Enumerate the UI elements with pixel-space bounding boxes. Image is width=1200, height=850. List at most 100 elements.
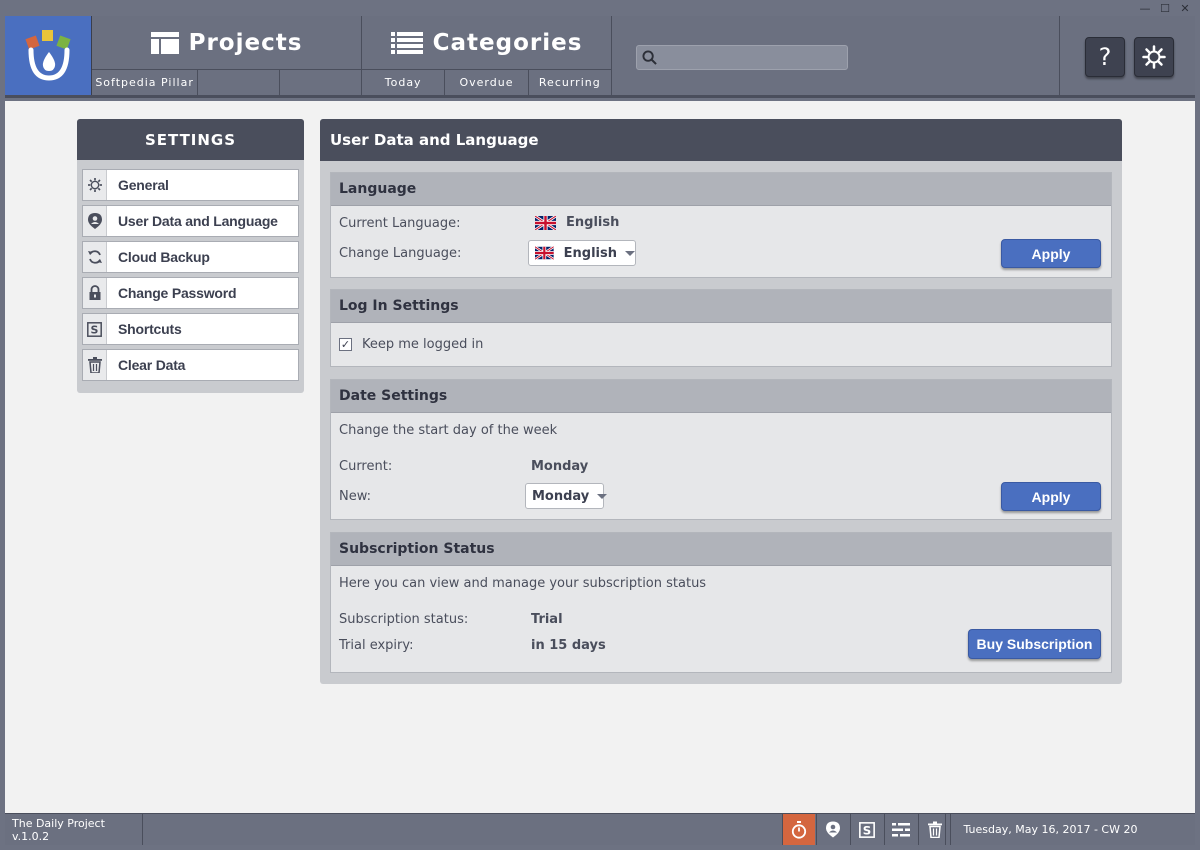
subtab-empty-1[interactable] [198, 70, 281, 95]
categories-nav: Categories Today Overdue Recurring [362, 16, 612, 95]
buy-subscription-button[interactable]: Buy Subscription [968, 629, 1101, 659]
user-pin-icon [826, 821, 840, 838]
gear-icon [83, 170, 107, 200]
search-input[interactable] [636, 45, 848, 70]
sidebar-item-clear-data[interactable]: Clear Data [82, 349, 299, 381]
language-apply-button[interactable]: Apply [1001, 239, 1101, 268]
close-icon[interactable]: ✕ [1178, 2, 1192, 16]
current-date: Tuesday, May 16, 2017 - CW 20 [945, 814, 1195, 845]
subscription-status-value: Trial [531, 612, 563, 627]
shortcuts-button[interactable]: S [850, 814, 883, 845]
gear-icon [1142, 45, 1166, 69]
categories-label: Categories [432, 29, 583, 56]
sidebar-item-label: General [118, 177, 169, 193]
list-settings-button[interactable] [884, 814, 917, 845]
sidebar-item-label: Change Password [118, 285, 237, 301]
chevron-down-icon [597, 493, 608, 499]
minimize-icon[interactable]: — [1138, 2, 1152, 16]
sidebar-item-shortcuts[interactable]: S Shortcuts [82, 313, 299, 345]
window-controls: — ☐ ✕ [1138, 2, 1192, 16]
search-icon [642, 50, 657, 65]
start-day-value: Monday [532, 488, 590, 504]
logo-yellow-cube [42, 30, 53, 41]
trial-expiry-label: Trial expiry: [339, 638, 414, 653]
settings-sidebar: SETTINGS General User Data and Language … [77, 119, 304, 393]
shortcut-s-icon: S [83, 314, 107, 344]
shortcut-s-icon: S [859, 821, 875, 838]
keep-logged-label: Keep me logged in [362, 337, 484, 352]
trash-icon [83, 350, 107, 380]
date-heading: Date Settings [331, 380, 1111, 413]
uk-flag-icon [535, 246, 554, 260]
sidebar-item-user-data[interactable]: User Data and Language [82, 205, 299, 237]
date-current-value: Monday [531, 459, 589, 474]
subtab-empty-2[interactable] [280, 70, 361, 95]
user-button[interactable] [816, 814, 849, 845]
start-day-dropdown[interactable]: Monday [525, 483, 608, 509]
projects-label: Projects [188, 29, 303, 56]
trash-icon [927, 821, 942, 838]
language-heading: Language [331, 173, 1111, 206]
sidebar-item-general[interactable]: General [82, 169, 299, 201]
sidebar-item-label: Cloud Backup [118, 249, 210, 265]
timer-button[interactable] [782, 814, 815, 845]
svg-text:S: S [91, 323, 99, 336]
svg-text:S: S [863, 823, 871, 837]
search-area [612, 16, 1060, 95]
language-dropdown-value: English [563, 245, 617, 261]
categories-tab[interactable]: Categories [362, 16, 611, 70]
sidebar-item-label: User Data and Language [118, 213, 278, 229]
date-new-label: New: [339, 489, 372, 504]
list-sliders-icon [892, 821, 910, 837]
logo-drop-icon [28, 47, 70, 81]
maximize-icon[interactable]: ☐ [1158, 2, 1172, 16]
date-description: Change the start day of the week [339, 423, 558, 438]
language-dropdown[interactable]: English [528, 240, 636, 266]
app-window: — ☐ ✕ Projects Softpedia Pillar Categori… [0, 0, 1200, 850]
change-language-label: Change Language: [339, 246, 462, 261]
subtab-overdue[interactable]: Overdue [445, 70, 529, 95]
app-version: The Daily Project v.1.0.2 [5, 814, 143, 845]
help-icon: ? [1098, 43, 1112, 71]
current-language-value: English [535, 215, 619, 230]
current-language-label: Current Language: [339, 216, 461, 231]
keep-logged-checkbox[interactable]: ✓ [339, 338, 352, 351]
projects-icon [150, 31, 179, 54]
content-panel: User Data and Language Language Current … [320, 119, 1122, 684]
subtab-today[interactable]: Today [362, 70, 446, 95]
projects-tab[interactable]: Projects [92, 16, 361, 70]
user-pin-icon [83, 206, 107, 236]
date-apply-button[interactable]: Apply [1001, 482, 1101, 511]
date-current-label: Current: [339, 459, 393, 474]
help-button[interactable]: ? [1085, 37, 1125, 77]
trial-expiry-value: in 15 days [531, 638, 606, 653]
settings-title: SETTINGS [77, 119, 304, 160]
sidebar-item-change-password[interactable]: Change Password [82, 277, 299, 309]
content-title: User Data and Language [320, 119, 1122, 161]
current-language-text: English [566, 215, 620, 230]
sidebar-item-label: Clear Data [118, 357, 186, 373]
subtab-recurring[interactable]: Recurring [529, 70, 611, 95]
uk-flag-icon [535, 215, 556, 230]
app-logo[interactable] [5, 16, 92, 95]
projects-subtabs: Softpedia Pillar [92, 70, 361, 95]
status-bar: The Daily Project v.1.0.2 S Tuesday, May… [5, 813, 1195, 845]
sidebar-item-label: Shortcuts [118, 321, 182, 337]
subtab-softpedia-pillar[interactable]: Softpedia Pillar [92, 70, 199, 95]
settings-button[interactable] [1134, 37, 1174, 77]
sidebar-item-cloud-backup[interactable]: Cloud Backup [82, 241, 299, 273]
chevron-down-icon [625, 250, 635, 256]
categories-subtabs: Today Overdue Recurring [362, 70, 611, 95]
main-area: SETTINGS General User Data and Language … [5, 101, 1195, 813]
sync-icon [83, 242, 107, 272]
date-section: Date Settings Change the start day of th… [330, 379, 1112, 520]
subscription-status-label: Subscription status: [339, 612, 469, 627]
app-header: Projects Softpedia Pillar Categories Tod… [5, 16, 1195, 98]
login-section: Log In Settings ✓ Keep me logged in [330, 289, 1112, 367]
projects-nav: Projects Softpedia Pillar [92, 16, 362, 95]
lock-icon [83, 278, 107, 308]
subscription-heading: Subscription Status [331, 533, 1111, 566]
subscription-section: Subscription Status Here you can view an… [330, 532, 1112, 673]
language-section: Language Current Language: English Chang… [330, 172, 1112, 278]
stopwatch-icon [791, 820, 807, 839]
